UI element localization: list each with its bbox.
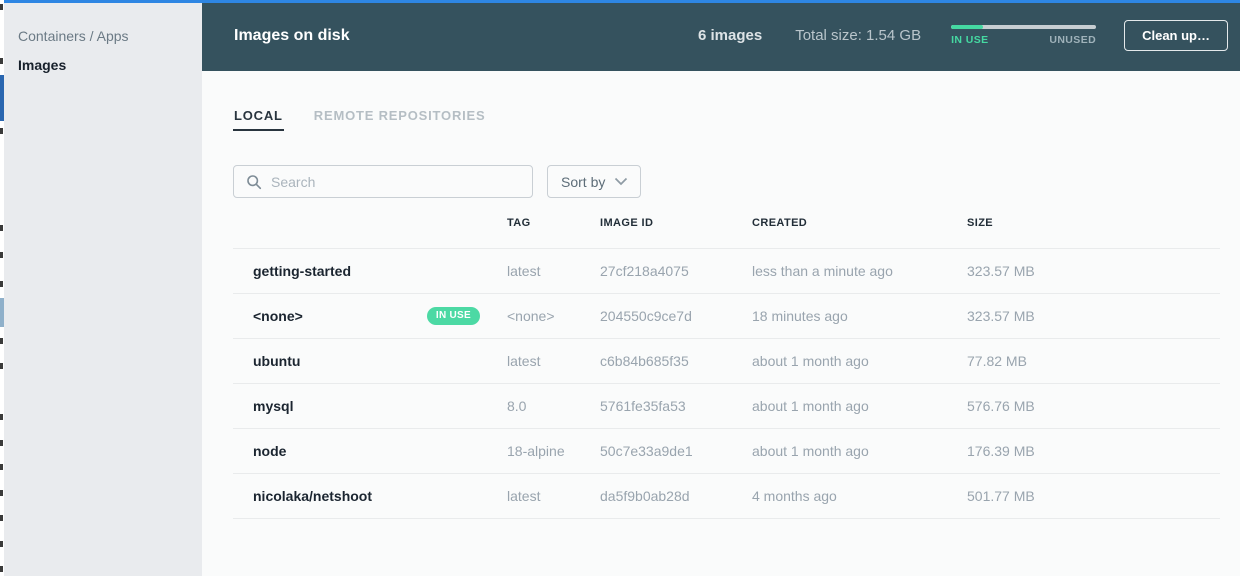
sort-by-label: Sort by <box>561 173 606 190</box>
table-row[interactable]: node 18-alpine 50c7e33a9de1 about 1 mont… <box>233 428 1220 474</box>
column-header-name <box>233 198 507 249</box>
image-created: 18 minutes ago <box>752 293 967 339</box>
image-created: about 1 month ago <box>752 338 967 384</box>
image-name-text: <none> <box>253 307 303 324</box>
image-created: about 1 month ago <box>752 428 967 474</box>
main-panel: Images on disk 6 images Total size: 1.54… <box>202 0 1240 576</box>
sidebar-item-containers-apps[interactable]: Containers / Apps <box>18 22 202 51</box>
image-size: 576.76 MB <box>967 383 1220 429</box>
tab-local[interactable]: LOCAL <box>233 101 284 131</box>
tab-bar: LOCAL REMOTE REPOSITORIES <box>233 101 1220 131</box>
table-row[interactable]: <none> IN USE <none> 204550c9ce7d 18 min… <box>233 293 1220 339</box>
toolbar: Sort by <box>233 165 1220 198</box>
table-row[interactable]: nicolaka/netshoot latest da5f9b0ab28d 4 … <box>233 473 1220 519</box>
images-content: LOCAL REMOTE REPOSITORIES Sort by <box>202 71 1240 576</box>
tab-remote-repositories[interactable]: REMOTE REPOSITORIES <box>313 101 487 131</box>
image-count: 6 images <box>697 27 763 44</box>
unused-label: UNUSED <box>1049 34 1097 46</box>
clean-up-button[interactable]: Clean up… <box>1124 20 1228 51</box>
image-created: 4 months ago <box>752 473 967 519</box>
table-header-row: TAG IMAGE ID CREATED SIZE <box>233 198 1220 249</box>
image-id: 27cf218a4075 <box>600 248 752 294</box>
image-tag: latest <box>507 248 600 294</box>
total-size: Total size: 1.54 GB <box>795 27 922 44</box>
column-header-tag: TAG <box>507 198 600 249</box>
image-name: ubuntu <box>233 338 507 384</box>
column-header-size: SIZE <box>967 198 1220 249</box>
image-created: about 1 month ago <box>752 383 967 429</box>
image-id: c6b84b685f35 <box>600 338 752 384</box>
image-id: 5761fe35fa53 <box>600 383 752 429</box>
sidebar-item-images[interactable]: Images <box>18 51 202 80</box>
image-tag: latest <box>507 338 600 384</box>
search-input[interactable] <box>271 173 522 190</box>
column-header-created: CREATED <box>752 198 967 249</box>
sidebar: Containers / Apps Images <box>4 0 202 576</box>
search-box[interactable] <box>233 165 533 198</box>
column-header-image-id: IMAGE ID <box>600 198 752 249</box>
in-use-badge: IN USE <box>426 306 480 325</box>
image-size: 323.57 MB <box>967 248 1220 294</box>
images-table: TAG IMAGE ID CREATED SIZE getting-starte… <box>233 198 1220 519</box>
images-header: Images on disk 6 images Total size: 1.54… <box>202 0 1240 71</box>
image-name: mysql <box>233 383 507 429</box>
disk-usage-bar: IN USE UNUSED <box>951 25 1097 46</box>
window-accent-line <box>4 0 1240 3</box>
table-row[interactable]: mysql 8.0 5761fe35fa53 about 1 month ago… <box>233 383 1220 429</box>
image-id: 50c7e33a9de1 <box>600 428 752 474</box>
image-name: nicolaka/netshoot <box>233 473 507 519</box>
usage-bar-fill <box>951 25 983 29</box>
image-tag: 18-alpine <box>507 428 600 474</box>
docker-desktop-window: Containers / Apps Images Images on disk … <box>0 0 1240 576</box>
in-use-label: IN USE <box>951 34 989 46</box>
image-size: 501.77 MB <box>967 473 1220 519</box>
image-tag: 8.0 <box>507 383 600 429</box>
image-tag: latest <box>507 473 600 519</box>
image-created: less than a minute ago <box>752 248 967 294</box>
image-size: 77.82 MB <box>967 338 1220 384</box>
usage-track <box>951 25 1097 29</box>
chevron-down-icon <box>615 177 628 186</box>
image-name: getting-started <box>233 248 507 294</box>
image-size: 323.57 MB <box>967 293 1220 339</box>
image-id: da5f9b0ab28d <box>600 473 752 519</box>
sort-by-button[interactable]: Sort by <box>547 165 642 198</box>
image-id: 204550c9ce7d <box>600 293 752 339</box>
image-tag: <none> <box>507 293 600 339</box>
image-size: 176.39 MB <box>967 428 1220 474</box>
image-name: <none> IN USE <box>233 293 507 339</box>
table-row[interactable]: getting-started latest 27cf218a4075 less… <box>233 248 1220 294</box>
image-name: node <box>233 428 507 474</box>
search-icon <box>247 174 262 189</box>
page-title: Images on disk <box>234 26 350 44</box>
table-row[interactable]: ubuntu latest c6b84b685f35 about 1 month… <box>233 338 1220 384</box>
